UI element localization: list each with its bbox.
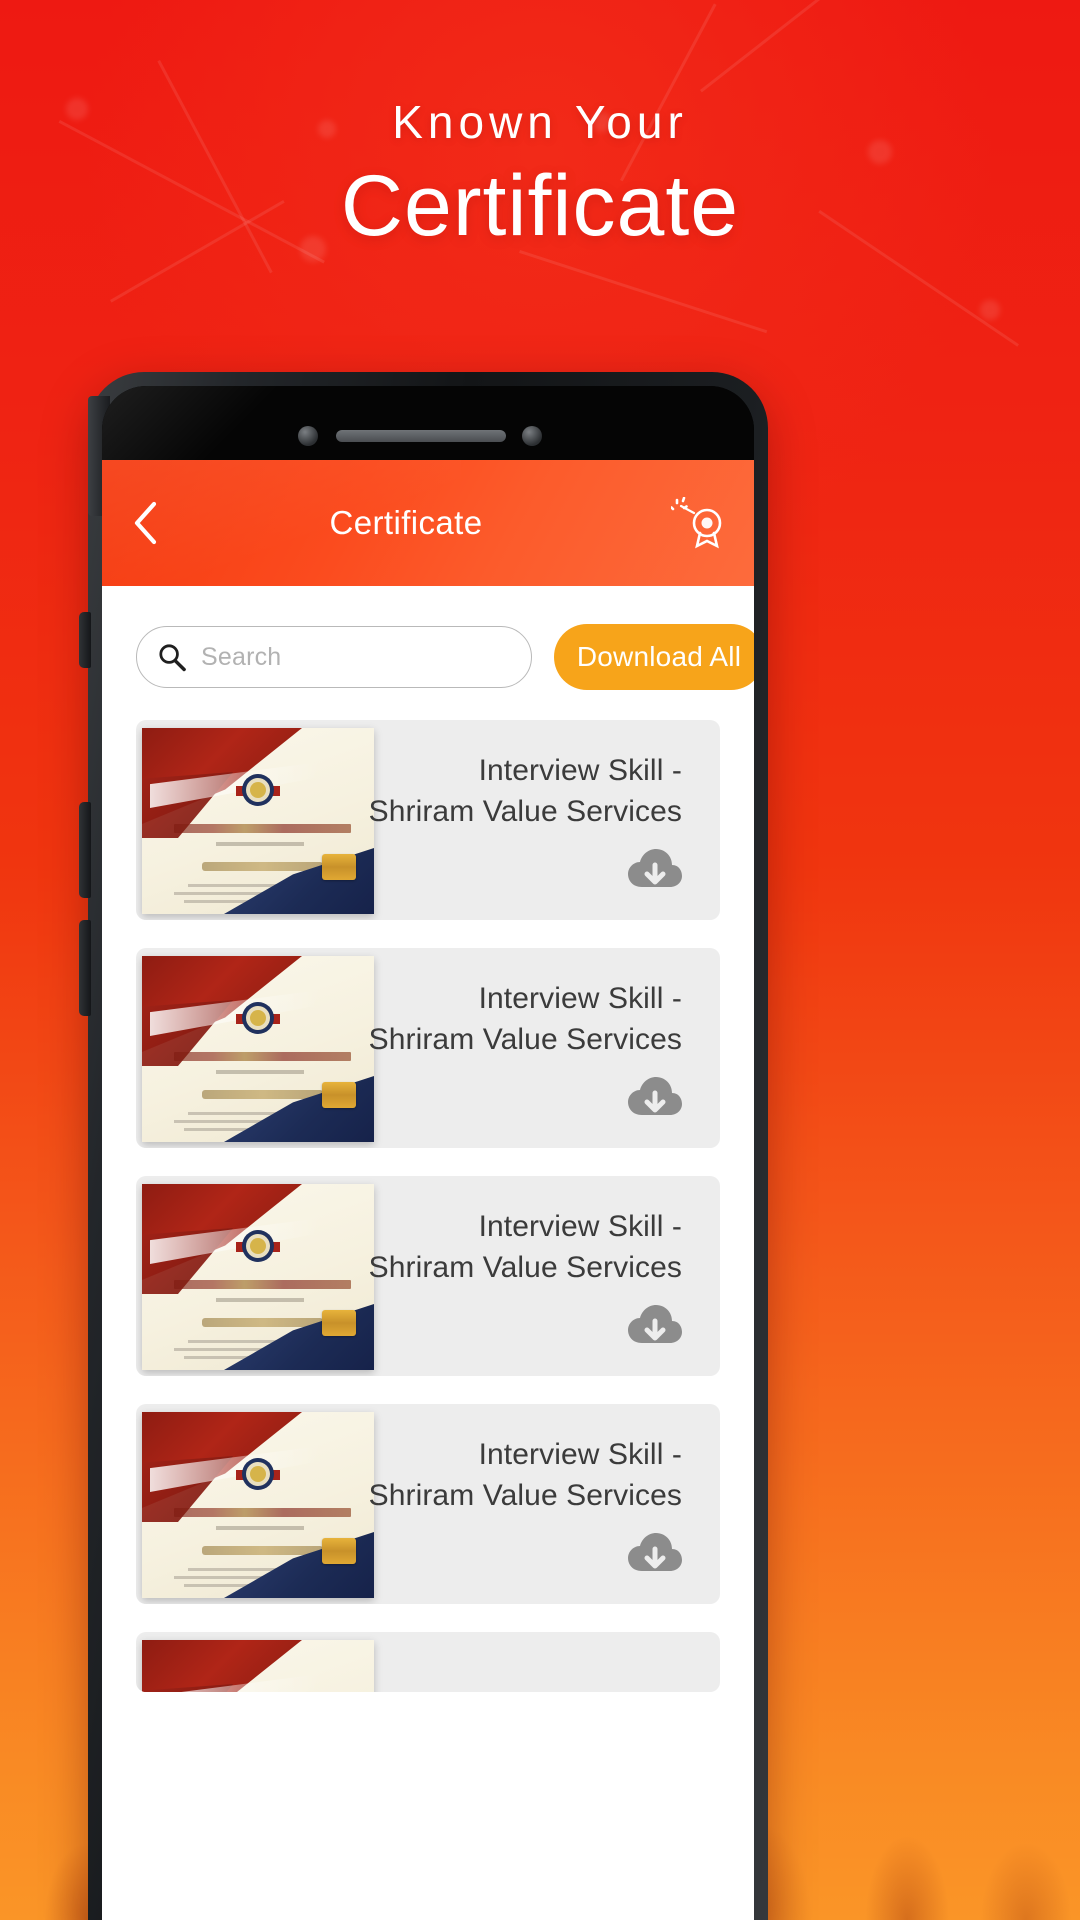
download-button[interactable] [626,1303,684,1356]
certificate-seal-icon [236,774,280,806]
app-bar-title: Certificate [329,504,483,541]
headline-small: Known Your [392,96,688,148]
download-button[interactable] [626,1531,684,1584]
phone-volume-up-button [79,802,91,898]
promo-headline: Known Your Certificate [0,96,1080,260]
earpiece-speaker [336,430,506,442]
certificate-title-line1: Interview Skill - [478,982,682,1015]
certificate-title: Interview Skill - Shriram Value Services [369,1434,682,1517]
cloud-download-icon [628,849,682,887]
phone-screen: Certificate Search Download All Intervie… [102,460,754,1920]
search-icon [159,644,186,672]
cloud-download-icon [628,1077,682,1115]
certificate-thumbnail-body [142,956,374,1142]
table-row[interactable] [136,1632,720,1692]
certificate-thumbnail[interactable] [142,728,374,914]
certificate-badge-button[interactable] [644,497,754,549]
certificate-title-text [174,824,351,833]
search-input[interactable]: Search [136,626,532,688]
certificate-title-text [174,1052,351,1061]
phone-notch [102,386,754,460]
bg-decor-dot [980,300,1000,320]
certificate-seal-icon [236,1002,280,1034]
certificate-thumbnail[interactable] [142,1184,374,1370]
certificate-subtitle-text [216,1526,305,1530]
certificate-badge-icon [671,497,722,549]
certificate-thumbnail-body [142,728,374,914]
certificate-seal-icon [236,1230,280,1262]
certificate-title-text [174,1280,351,1289]
certificate-recipient-name [202,1090,323,1099]
certificate-thumbnail[interactable] [142,1412,374,1598]
certificate-thumbnail[interactable] [142,956,374,1142]
certificate-recipient-name [202,1546,323,1555]
certificate-title-line1: Interview Skill - [478,1438,682,1471]
app-bar: Certificate [102,460,754,586]
certificate-thumbnail[interactable] [142,1640,374,1692]
certificate-recipient-name [202,1318,323,1327]
certificate-seal-icon [236,1458,280,1490]
certificate-title-line2: Shriram Value Services [368,1251,682,1285]
cloud-download-icon [628,1305,682,1343]
certificate-gold-badge [322,1082,356,1108]
certificate-title: Interview Skill - Shriram Value Services [369,1206,682,1289]
certificate-list: Interview Skill - Shriram Value Services [102,720,754,1692]
bg-decor-line [700,0,939,93]
cloud-download-icon [628,1533,682,1571]
certificate-gold-badge [322,1538,356,1564]
table-row[interactable]: Interview Skill - Shriram Value Services [136,1404,720,1604]
download-all-button[interactable]: Download All [554,624,754,690]
search-row: Search Download All [102,586,754,720]
certificate-title-line1: Interview Skill - [478,754,682,787]
certificate-gold-badge [322,1310,356,1336]
download-button[interactable] [626,1075,684,1128]
certificate-subtitle-text [216,842,305,846]
certificate-title-line2: Shriram Value Services [368,795,682,829]
table-row[interactable]: Interview Skill - Shriram Value Services [136,1176,720,1376]
certificate-title-line2: Shriram Value Services [368,1023,682,1057]
certificate-title: Interview Skill - Shriram Value Services [369,978,682,1061]
phone-volume-down-button [79,920,91,1016]
certificate-title-text [174,1508,351,1517]
table-row[interactable]: Interview Skill - Shriram Value Services [136,720,720,920]
phone-mockup: Certificate Search Download All Intervie… [79,372,768,1920]
certificate-title-line2: Shriram Value Services [368,1479,682,1513]
certificate-subtitle-text [216,1298,305,1302]
front-camera-icon [298,426,318,446]
table-row[interactable]: Interview Skill - Shriram Value Services [136,948,720,1148]
certificate-title: Interview Skill - Shriram Value Services [369,750,682,833]
certificate-gold-badge [322,854,356,880]
bg-decor-line [519,250,768,334]
certificate-title-line1: Interview Skill - [478,1210,682,1243]
certificate-subtitle-text [216,1070,305,1074]
notch-glass-highlight [102,386,282,460]
search-placeholder: Search [201,642,282,671]
sensor-icon [522,426,542,446]
certificate-recipient-name [202,862,323,871]
certificate-thumbnail-body [142,1412,374,1598]
phone-bezel: Certificate Search Download All Intervie… [102,386,754,1920]
phone-power-button [79,612,91,668]
certificate-thumbnail-body [142,1184,374,1370]
certificate-thumbnail-body [142,1640,374,1692]
download-button[interactable] [626,847,684,900]
chevron-left-icon [134,501,157,545]
headline-large: Certificate [340,157,740,254]
